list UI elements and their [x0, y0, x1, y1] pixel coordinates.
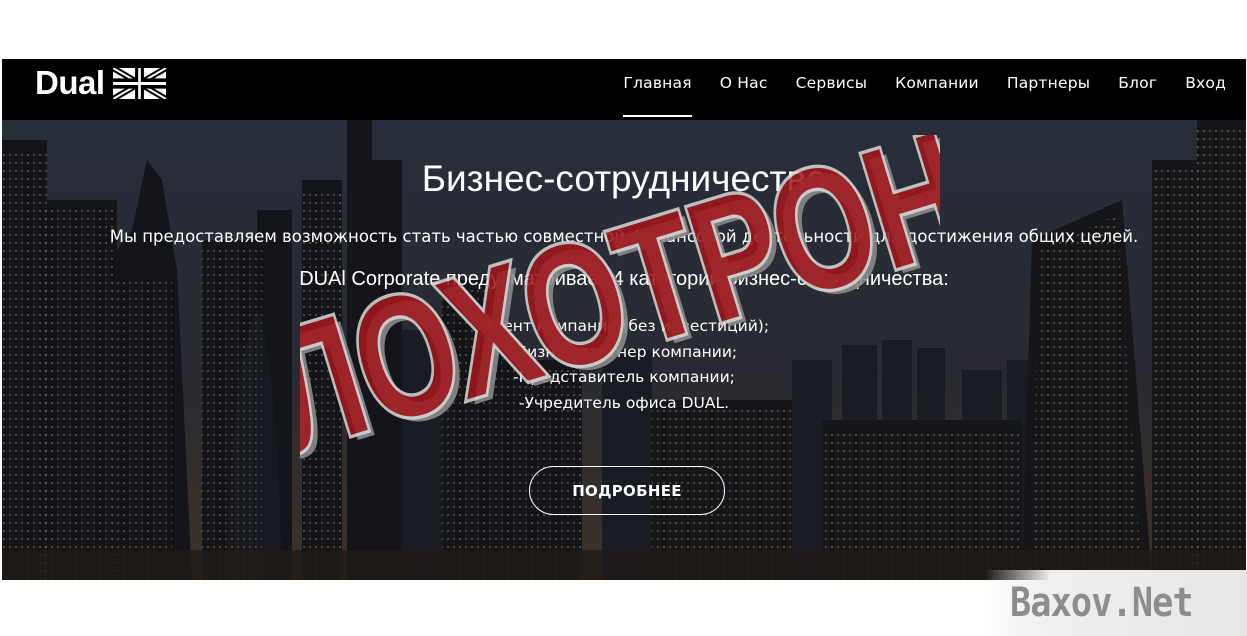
nav-services[interactable]: Сервисы [796, 59, 868, 120]
logo-text: Dual [35, 64, 105, 101]
list-item: -Бизнес партнер компании; [510, 342, 738, 361]
main-nav: Главная О Нас Сервисы Компании Партнеры … [623, 59, 1226, 120]
nav-home[interactable]: Главная [623, 59, 693, 120]
hero-section: Бизнес-сотрудничество Мы предоставляем в… [2, 120, 1246, 580]
hero-subtitle: DUAl Corporate предусматривает 4 категор… [299, 268, 949, 290]
nav-partners[interactable]: Партнеры [1007, 59, 1090, 120]
category-list: -Агент компании (без инвестиций); -Бизне… [2, 314, 1246, 416]
hero-content: Бизнес-сотрудничество Мы предоставляем в… [2, 120, 1246, 580]
nav-companies[interactable]: Компании [895, 59, 979, 120]
list-item: -Представитель компании; [513, 368, 735, 386]
navbar: Dual Главная О Нас Сервисы Компании Парт… [2, 59, 1246, 120]
list-item: -Агент компании (без инвестиций); [478, 317, 770, 335]
list-item: -Учредитель офиса DUAL. [518, 393, 730, 412]
uk-flag-icon [112, 67, 166, 99]
website-frame: Dual Главная О Нас Сервисы Компании Парт… [2, 59, 1246, 580]
nav-login[interactable]: Вход [1185, 59, 1226, 120]
watermark-text: Baxov.Net [1010, 580, 1194, 626]
nav-about[interactable]: О Нас [720, 59, 768, 120]
logo[interactable]: Dual [35, 63, 166, 103]
nav-blog[interactable]: Блог [1118, 59, 1157, 120]
more-details-button[interactable]: ПОДРОБНЕЕ [529, 466, 725, 515]
hero-description: Мы предоставляем возможность стать часть… [109, 227, 1139, 246]
hero-title: Бизнес-сотрудничество [421, 158, 827, 199]
